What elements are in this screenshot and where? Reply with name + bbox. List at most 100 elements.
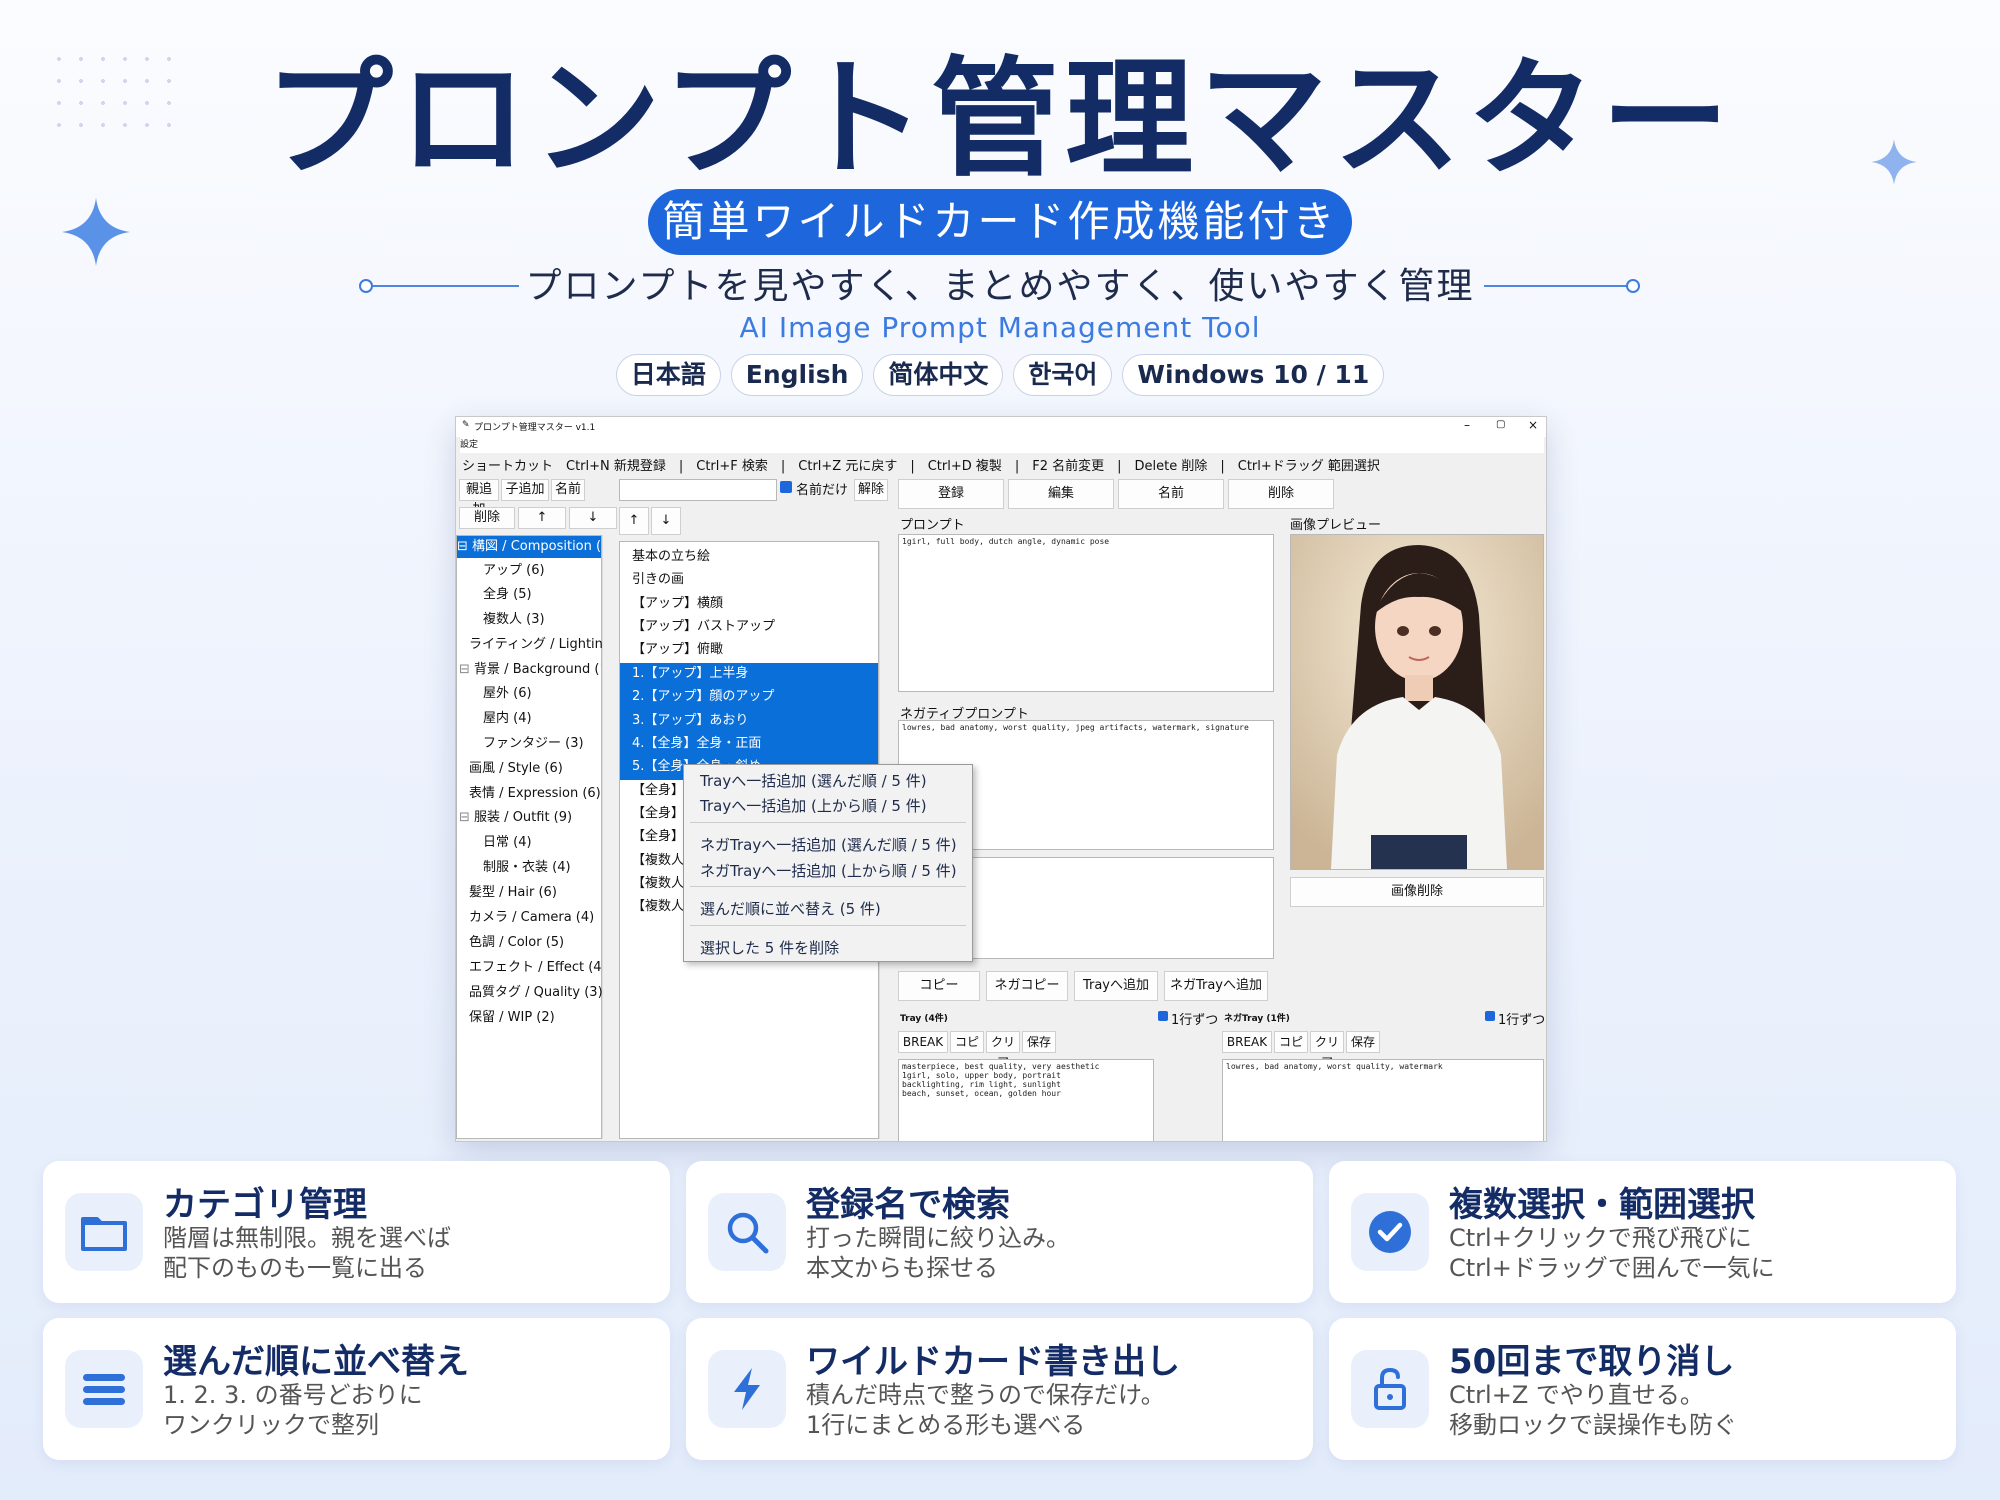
- delete-category-button[interactable]: 削除: [459, 507, 515, 529]
- tree-scrollbar[interactable]: [602, 535, 614, 1139]
- add-to-tray-button[interactable]: Trayへ追加: [1074, 971, 1158, 1001]
- image-preview-frame: [1290, 534, 1544, 870]
- minimize-icon[interactable]: –: [1464, 418, 1470, 432]
- sparkle-icon: [62, 198, 130, 266]
- context-menu: Trayへ一括追加 (選んだ順 / 5 件) Trayへ一括追加 (上から順 /…: [683, 764, 973, 962]
- name-only-checkbox[interactable]: [780, 481, 792, 493]
- list-item[interactable]: 【アップ】俯瞰: [620, 639, 878, 661]
- feature-description: 1. 2. 3. の番号どおりに ワンクリックで整列: [163, 1381, 423, 1439]
- os-badge: Windows 10 / 11: [1122, 354, 1385, 396]
- prompt-label: プロンプト: [900, 518, 965, 533]
- tree-item[interactable]: 表情 / Expression (6): [469, 783, 601, 805]
- add-child-button[interactable]: 子追加: [501, 479, 549, 501]
- list-item-selected[interactable]: 2.【アップ】顔のアップ: [620, 686, 878, 710]
- close-icon[interactable]: ×: [1528, 418, 1538, 432]
- feature-description: 積んだ時点で整うので保存だけ。 1行にまとめる形も選べる: [806, 1381, 1165, 1439]
- list-move-up-button[interactable]: ↑: [619, 507, 649, 535]
- list-move-down-button[interactable]: ↓: [651, 507, 681, 535]
- move-up-button[interactable]: ↑: [518, 507, 566, 529]
- list-item-selected[interactable]: 3.【アップ】あおり: [620, 710, 878, 734]
- check-circle-icon: [1351, 1193, 1429, 1271]
- tree-item[interactable]: 色調 / Color (5): [469, 932, 564, 954]
- folder-icon: [65, 1193, 143, 1271]
- menu-separator: [690, 822, 966, 823]
- delete-button[interactable]: 削除: [1228, 479, 1334, 509]
- tree-item[interactable]: ⊟ 服装 / Outfit (9): [459, 807, 572, 829]
- name-only-label: 名前だけ: [796, 483, 849, 498]
- tree-item[interactable]: エフェクト / Effect (4): [469, 957, 607, 979]
- tree-item[interactable]: 日常 (4): [483, 832, 532, 854]
- app-icon: ✎: [462, 420, 470, 430]
- list-item[interactable]: 【アップ】横顔: [620, 593, 878, 615]
- tree-item[interactable]: カメラ / Camera (4): [469, 907, 594, 929]
- feature-description: Ctrl+Z でやり直せる。 移動ロックで誤操作も防ぐ: [1449, 1381, 1737, 1439]
- negative-tray-clear-button[interactable]: クリア: [1310, 1031, 1344, 1069]
- app-window: ✎ プロンプト管理マスター v1.1 – ▢ × 設定 ショートカット Ctrl…: [455, 416, 1547, 1142]
- maximize-icon[interactable]: ▢: [1496, 419, 1505, 430]
- tree-item[interactable]: ライティング / Lighting: [469, 634, 611, 656]
- image-preview-label: 画像プレビュー: [1290, 518, 1382, 533]
- tree-item[interactable]: 品質タグ / Quality (3): [469, 982, 603, 1004]
- menu-separator: [690, 886, 966, 887]
- tray-save-button[interactable]: 保存: [1022, 1031, 1056, 1053]
- menu-item[interactable]: ネガTrayへ一括追加 (選んだ順 / 5 件): [700, 834, 957, 855]
- menu-item[interactable]: ネガTrayへ一括追加 (上から順 / 5 件): [700, 860, 957, 881]
- tree-item[interactable]: 屋外 (6): [483, 683, 532, 705]
- tree-item[interactable]: アップ (6): [483, 560, 545, 582]
- add-to-negative-tray-button[interactable]: ネガTrayへ追加: [1164, 971, 1268, 1001]
- tray-textarea[interactable]: masterpiece, best quality, very aestheti…: [898, 1059, 1154, 1141]
- list-item-selected[interactable]: 1.【アップ】上半身: [620, 663, 878, 687]
- english-subtitle: AI Image Prompt Management Tool: [739, 311, 1261, 344]
- tree-item[interactable]: 全身 (5): [483, 584, 532, 606]
- list-item[interactable]: 引きの画: [620, 569, 878, 591]
- tray-one-line-label: 1行ずつ: [1171, 1013, 1219, 1028]
- search-input[interactable]: [619, 479, 777, 501]
- negative-tray-textarea[interactable]: lowres, bad anatomy, worst quality, wate…: [1222, 1059, 1544, 1141]
- tree-item[interactable]: 屋内 (4): [483, 708, 532, 730]
- tree-item[interactable]: 画風 / Style (6): [469, 758, 563, 780]
- tray-clear-button[interactable]: クリア: [986, 1031, 1020, 1069]
- subtitle-badge: 簡単ワイルドカード作成機能付き: [648, 189, 1352, 255]
- menu-item[interactable]: Trayへ一括追加 (選んだ順 / 5 件): [700, 770, 927, 791]
- shortcut-bar: ショートカット Ctrl+N 新規登録 | Ctrl+F 検索 | Ctrl+Z…: [462, 459, 1380, 474]
- language-badge: 한국어: [1013, 354, 1113, 396]
- feature-title: 選んだ順に並べ替え: [163, 1342, 469, 1382]
- tree-item[interactable]: 髪型 / Hair (6): [469, 882, 557, 904]
- tray-label: Tray (4件): [900, 1014, 948, 1024]
- tree-item[interactable]: 複数人 (3): [483, 609, 545, 631]
- list-item-selected[interactable]: 4.【全身】全身・正面: [620, 733, 878, 757]
- rename-button[interactable]: 名前: [1118, 479, 1224, 509]
- menu-item[interactable]: 選択した 5 件を削除: [700, 937, 839, 958]
- negative-tray-save-button[interactable]: 保存: [1346, 1031, 1380, 1053]
- tree-item[interactable]: ⊟ 構図 / Composition (: [457, 536, 601, 558]
- list-item[interactable]: 【アップ】バストアップ: [620, 616, 878, 638]
- tree-item[interactable]: ファンタジー (3): [483, 733, 584, 755]
- clear-search-button[interactable]: 解除: [854, 479, 888, 501]
- copy-button[interactable]: コピー: [898, 971, 980, 1001]
- move-down-button[interactable]: ↓: [569, 507, 617, 529]
- delete-image-button[interactable]: 画像削除: [1290, 877, 1544, 907]
- tray-copy-button[interactable]: コピー: [950, 1031, 984, 1069]
- menu-item[interactable]: 選んだ順に並べ替え (5 件): [700, 898, 881, 919]
- tree-item[interactable]: 保留 / WIP (2): [469, 1007, 555, 1029]
- rename-category-button[interactable]: 名前: [551, 479, 585, 501]
- add-parent-button[interactable]: 親追加: [459, 479, 499, 517]
- language-list: 日本語 English 简体中文 한국어 Windows 10 / 11: [0, 354, 2000, 396]
- edit-button[interactable]: 編集: [1008, 479, 1114, 509]
- tray-break-button[interactable]: BREAK: [898, 1031, 948, 1053]
- negative-tray-one-line-checkbox[interactable]: [1485, 1011, 1495, 1021]
- negative-copy-button[interactable]: ネガコピー: [986, 971, 1068, 1001]
- menu-item[interactable]: Trayへ一括追加 (上から順 / 5 件): [700, 795, 927, 816]
- tree-item[interactable]: ⊟ 背景 / Background (1: [459, 659, 601, 681]
- tree-item[interactable]: 制服・衣装 (4): [483, 857, 571, 879]
- negative-tray-copy-button[interactable]: コピー: [1274, 1031, 1308, 1069]
- negative-tray-break-button[interactable]: BREAK: [1222, 1031, 1272, 1053]
- language-badge: English: [730, 354, 864, 396]
- prompt-textarea[interactable]: 1girl, full body, dutch angle, dynamic p…: [898, 534, 1274, 692]
- lightning-icon: [708, 1350, 786, 1428]
- menu-settings[interactable]: 設定: [460, 437, 1544, 453]
- register-button[interactable]: 登録: [898, 479, 1004, 509]
- list-item[interactable]: 基本の立ち絵: [620, 546, 878, 568]
- language-badge: 简体中文: [873, 354, 1004, 396]
- tray-one-line-checkbox[interactable]: [1158, 1011, 1168, 1021]
